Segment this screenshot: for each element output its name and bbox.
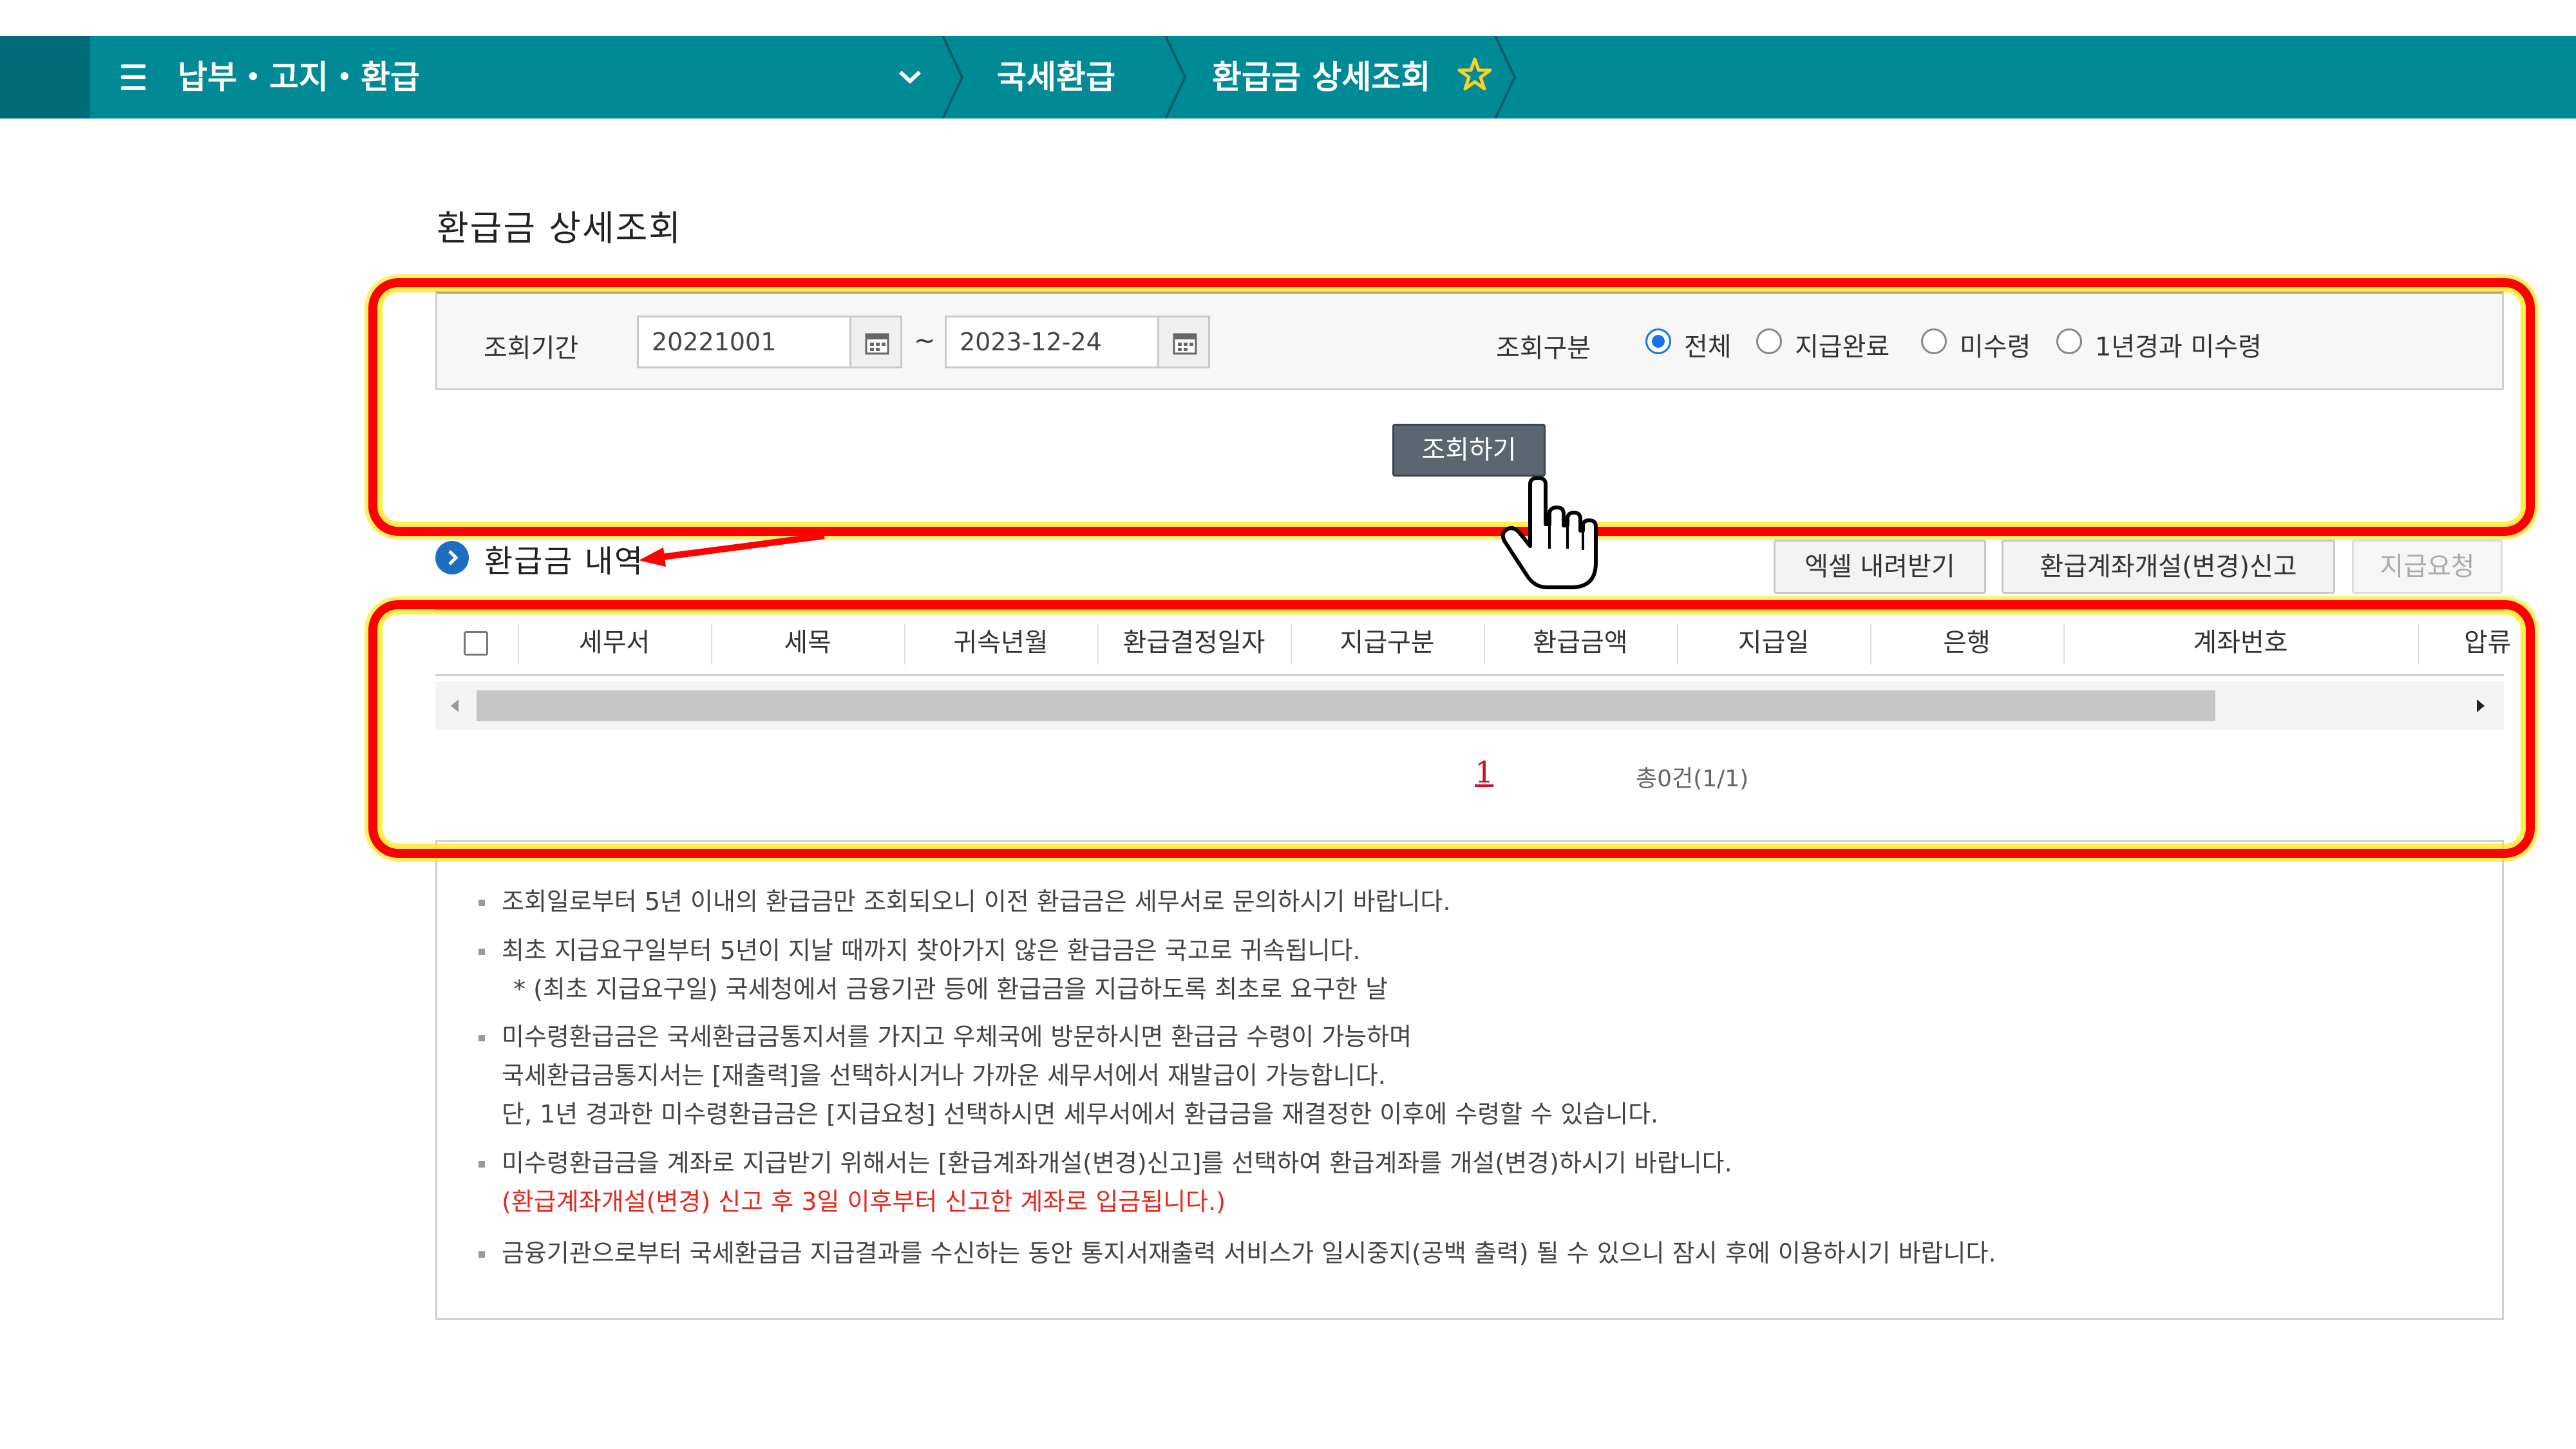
payment-request-button[interactable]: 지급요청 [2352, 540, 2503, 594]
arrow-circle-icon [435, 541, 469, 574]
breadcrumb-separator [1494, 36, 1517, 118]
notice-line: 미수령환급금을 계좌로 지급받기 위해서는 [환급계좌개설(변경)신고]를 선택… [502, 1149, 1732, 1177]
notice-line: 국세환급금통지서는 [재출력]을 선택하시거나 가까운 세무서에서 재발급이 가… [502, 1061, 1386, 1090]
account-report-button[interactable]: 환급계좌개설(변경)신고 [2002, 540, 2335, 594]
notice-line: 최초 지급요구일부터 5년이 지날 때까지 찾아가지 않은 환급금은 국고로 귀… [502, 936, 1361, 965]
nav-left-block [0, 36, 90, 118]
top-navigation-bar: 납부・고지・환급 국세환급 환급금 상세조회 [0, 36, 2576, 118]
breadcrumb-refund[interactable]: 국세환급 [997, 36, 1115, 118]
notice-box: 조회일로부터 5년 이내의 환급금만 조회되오니 이전 환급금은 세무서로 문의… [435, 840, 2504, 1320]
notice-line: 금융기관으로부터 국세환급금 지급결과를 수신하는 동안 통지서재출력 서비스가… [502, 1239, 1996, 1267]
hand-cursor-icon [1501, 477, 1598, 589]
page-title: 환급금 상세조회 [437, 208, 682, 249]
notice-warning-line: (환급계좌개설(변경) 신고 후 3일 이후부터 신고한 계좌로 입금됩니다.) [502, 1188, 1226, 1216]
highlight-box-table [368, 600, 2535, 858]
menu-icon[interactable] [121, 64, 146, 90]
nav-menu-title[interactable]: 납부・고지・환급 [178, 36, 420, 118]
chevron-down-icon[interactable] [894, 61, 926, 93]
highlight-box-search [368, 278, 2535, 536]
excel-download-button[interactable]: 엑셀 내려받기 [1774, 540, 1986, 594]
notice-line: 조회일로부터 5년 이내의 환급금만 조회되오니 이전 환급금은 세무서로 문의… [502, 887, 1451, 916]
breadcrumb-separator [1164, 36, 1187, 118]
breadcrumb-separator [942, 36, 964, 118]
notice-line: 단, 1년 경과한 미수령환급금은 [지급요청] 선택하시면 세무서에서 환급금… [502, 1100, 1659, 1128]
star-icon[interactable] [1457, 55, 1493, 94]
notice-line: 미수령환급금은 국세환급금통지서를 가지고 우체국에 방문하시면 환급금 수령이… [502, 1023, 1412, 1051]
refund-list-title: 환급금 내역 [484, 544, 645, 580]
notice-line: * (최초 지급요구일) 국세청에서 금융기관 등에 환급금을 지급하도록 최초… [513, 975, 1388, 1003]
breadcrumb-refund-detail[interactable]: 환급금 상세조회 [1212, 36, 1430, 118]
